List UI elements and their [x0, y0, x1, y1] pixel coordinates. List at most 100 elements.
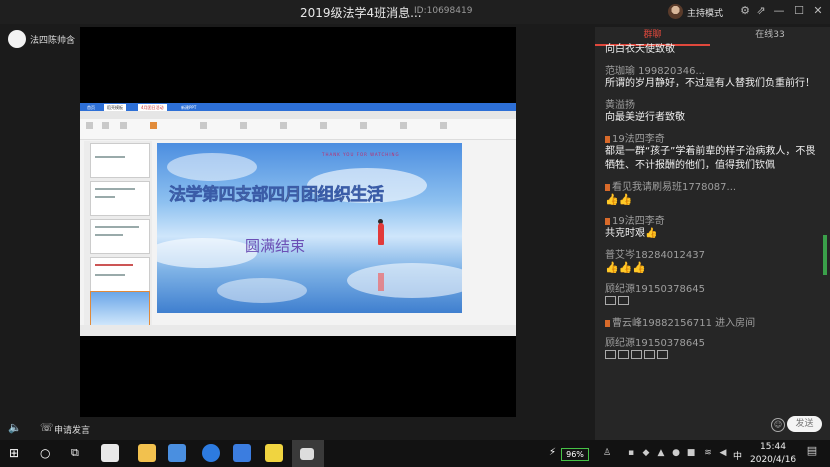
tool-icon — [440, 122, 447, 129]
tool-icon — [320, 122, 327, 129]
settings-icon[interactable]: ⚙ — [738, 4, 752, 18]
shared-status-bar — [80, 325, 516, 336]
member-flag-icon — [605, 136, 610, 143]
emoji-icon — [618, 296, 629, 305]
emoji-icon — [644, 350, 655, 359]
slide-thumbnail-active — [90, 291, 150, 326]
chat-message: 黄溢扬 向最美逆行者致敬 — [605, 96, 820, 125]
message-sender: 顾纪源19150378645 — [605, 338, 705, 349]
windows-start-icon[interactable]: ⊞ — [9, 446, 23, 460]
store-icon[interactable] — [168, 444, 186, 462]
shared-ribbon — [80, 111, 516, 119]
avatar[interactable] — [8, 30, 26, 48]
room-id: ID:10698419 — [414, 6, 473, 16]
clock-time[interactable]: 15:44 — [760, 442, 786, 452]
host-avatar[interactable] — [668, 4, 683, 19]
figure-reflection — [378, 273, 384, 291]
battery-indicator[interactable]: 96% — [561, 448, 589, 461]
tool-icon — [200, 122, 207, 129]
emoji-icon — [605, 296, 616, 305]
message-content: 都是一群“孩子”学着前辈的样子治病救人，不畏牺牲、不计报酬的他们，值得我们钦佩 — [605, 146, 816, 171]
shared-tab: 4月团日活动 — [138, 104, 167, 111]
chat-message-list: 向白衣天使致敬 范珈瑜 199820346... 所谓的岁月静好，不过是有人替我… — [605, 43, 820, 413]
clock-date[interactable]: 2020/4/16 — [750, 455, 796, 465]
emoji-icon — [657, 350, 668, 359]
window-title: 2019级法学4班消息... — [300, 6, 422, 20]
volume-icon[interactable]: ◀ — [718, 448, 728, 458]
shared-tab: 稻壳模板 — [104, 104, 126, 111]
tray-icon[interactable]: ▪ — [626, 448, 636, 458]
slide-thumbnails — [84, 141, 152, 326]
chat-scrollbar[interactable] — [823, 235, 827, 275]
tool-icon — [120, 122, 127, 129]
shared-app-tabs: 首页 稻壳模板 4月团日活动 新建PPT — [80, 103, 516, 111]
slide-thumbnail — [90, 181, 150, 216]
apply-speak-button[interactable]: 申请发言 — [54, 423, 90, 436]
tray-icon[interactable]: ◆ — [641, 448, 651, 458]
user-name: 法四陈帅含 — [30, 36, 76, 46]
people-icon[interactable]: ♙ — [602, 448, 612, 458]
tray-icon[interactable]: ● — [671, 448, 681, 458]
chat-message: 普艾岑18284012437 👍👍👍 — [605, 246, 820, 275]
search-icon[interactable]: ○ — [40, 446, 54, 460]
tool-icon — [240, 122, 247, 129]
close-icon[interactable]: ✕ — [811, 4, 825, 18]
message-content: 共克时艰👍 — [605, 228, 658, 239]
speaker-icon[interactable]: 🔈 — [8, 421, 22, 434]
message-sender: 看见我请刷易班1778087... — [612, 182, 737, 193]
file-explorer-icon[interactable] — [138, 444, 156, 462]
tool-icon — [150, 122, 157, 129]
mail-icon[interactable] — [233, 444, 251, 462]
message-content — [605, 295, 820, 309]
member-flag-icon — [605, 218, 610, 225]
emoji-icon — [631, 350, 642, 359]
chat-message: 曹云峰19882156711 进入房间 — [605, 314, 820, 329]
tray-icon[interactable]: ▲ — [656, 448, 666, 458]
tray-icon[interactable]: ■ — [686, 448, 696, 458]
app-pinwheel-icon[interactable] — [101, 444, 119, 462]
chat-message: 19法四李奇 共克时艰👍 — [605, 212, 820, 241]
shared-tab: 首页 — [87, 105, 95, 110]
tool-icon — [102, 122, 109, 129]
slide-thumbnail — [90, 219, 150, 254]
tool-icon — [400, 122, 407, 129]
chat-panel: 群聊 在线33 向白衣天使致敬 范珈瑜 199820346... 所谓的岁月静好… — [595, 27, 830, 440]
input-method-indicator[interactable]: 中 — [733, 449, 742, 462]
send-button[interactable]: 发送 — [787, 416, 822, 432]
chat-message: 范珈瑜 199820346... 所谓的岁月静好，不过是有人替我们负重前行！ — [605, 62, 820, 91]
host-mode-label[interactable]: 主持模式 — [687, 6, 723, 19]
tab-online[interactable]: 在线33 — [710, 27, 830, 44]
minimize-icon[interactable]: — — [772, 4, 786, 18]
tool-icon — [86, 122, 93, 129]
app-l-icon[interactable] — [202, 444, 220, 462]
message-content: 向白衣天使致敬 — [605, 44, 675, 55]
slide-thumbnail — [90, 143, 150, 178]
emoji-icon — [605, 350, 616, 359]
join-notice: 曹云峰19882156711 进入房间 — [612, 318, 756, 329]
slide-heading: 法学第四支部四月团组织生活 — [169, 185, 385, 206]
chat-message: 顾纪源19150378645 — [605, 334, 820, 363]
notes-icon[interactable] — [265, 444, 283, 462]
wifi-icon[interactable]: ≋ — [703, 448, 713, 458]
share-icon[interactable]: ⇗ — [754, 4, 768, 18]
shared-tab: 新建PPT — [181, 105, 197, 110]
message-sender: 黄溢扬 — [605, 100, 635, 111]
task-view-icon[interactable]: ⧉ — [71, 446, 85, 460]
chat-message: 向白衣天使致敬 — [605, 43, 820, 57]
shared-screen: 首页 稻壳模板 4月团日活动 新建PPT THANK YOU FOR WATCH… — [80, 103, 516, 336]
slide-subheading: 圆满结束 — [245, 237, 306, 255]
message-sender: 顾纪源19150378645 — [605, 284, 705, 295]
message-content: 所谓的岁月静好，不过是有人替我们负重前行！ — [605, 78, 815, 89]
message-content: 👍👍👍 — [605, 261, 647, 274]
message-sender: 范珈瑜 199820346... — [605, 66, 705, 77]
tool-icon — [280, 122, 287, 129]
member-flag-icon — [605, 320, 610, 327]
emoji-picker-icon[interactable]: ☺ — [771, 418, 785, 432]
active-window-icon[interactable] — [300, 448, 314, 460]
notification-icon[interactable]: ▤ — [805, 445, 819, 460]
phone-icon[interactable]: ☏ — [40, 421, 54, 434]
maximize-icon[interactable]: ☐ — [792, 4, 806, 18]
figure-illustration — [378, 223, 384, 245]
power-plug-icon: ⚡ — [549, 447, 557, 458]
message-sender: 19法四李奇 — [612, 134, 665, 145]
